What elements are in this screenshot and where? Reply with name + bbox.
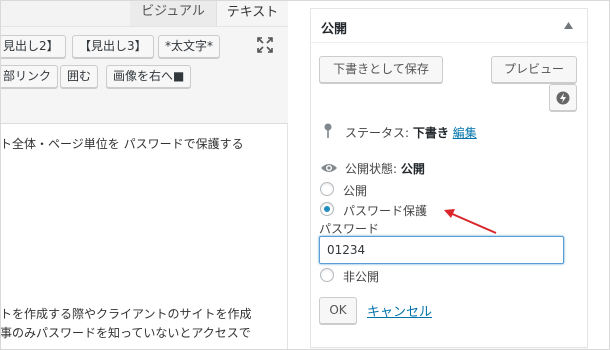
visibility-label: 公開状態: <box>345 162 398 176</box>
quicktag-heading2-button[interactable]: 見出し2】 <box>0 35 66 58</box>
tab-text[interactable]: テキスト <box>216 0 288 26</box>
lightning-button[interactable] <box>549 84 577 111</box>
password-input[interactable] <box>319 236 564 264</box>
quicktags-toolbar: 見出し2】 【見出し3】 *太文字* 部リンク 囲む 画像を右へ■ <box>0 26 288 124</box>
publish-title: 公開 <box>321 22 348 37</box>
publish-metabox: 公開 下書きとして保存 プレビュー ステータス: 下書き 編集 公開状態: 公開… <box>310 8 588 348</box>
preview-button[interactable]: プレビュー <box>491 56 577 83</box>
ok-button[interactable]: OK <box>319 297 357 324</box>
eye-icon <box>321 164 337 172</box>
visibility-password-label[interactable]: パスワード保護 <box>343 202 427 219</box>
password-label: パスワード <box>319 222 380 236</box>
quicktag-box-button[interactable]: 囲む <box>60 65 99 88</box>
quicktag-link-button[interactable]: 部リンク <box>0 65 59 88</box>
annotation-arrow-icon <box>444 209 497 234</box>
editor-text-line: ト全体・ページ単位を パスワードで保護する <box>0 137 244 151</box>
visibility-private-radio[interactable] <box>320 268 334 282</box>
cancel-link[interactable]: キャンセル <box>367 301 432 320</box>
editor-text-line: 事のみパスワードを知っていないとアクセスで <box>0 326 251 340</box>
quicktag-heading3-button[interactable]: 【見出し3】 <box>72 35 154 58</box>
visibility-value: 公開 <box>400 162 425 176</box>
editor-tabs: ビジュアル テキスト <box>0 0 288 26</box>
fullscreen-icon[interactable] <box>256 36 274 54</box>
pin-icon <box>324 123 332 138</box>
visibility-public-radio[interactable] <box>320 182 334 196</box>
status-row: ステータス: 下書き 編集 <box>345 124 477 141</box>
visibility-public-label[interactable]: 公開 <box>343 182 367 199</box>
text-editor: ビジュアル テキスト 見出し2】 【見出し3】 *太文字* 部リンク 囲む 画像… <box>0 0 288 350</box>
status-label: ステータス: <box>345 126 410 140</box>
editor-text-line: トを作成する際やクライアントのサイトを作成 <box>0 307 252 321</box>
visibility-row: 公開状態: 公開 <box>345 160 425 177</box>
quicktag-image-right-button[interactable]: 画像を右へ■ <box>106 65 192 88</box>
visibility-private-label[interactable]: 非公開 <box>343 268 379 285</box>
visibility-password-radio[interactable] <box>320 202 334 216</box>
tab-visual[interactable]: ビジュアル <box>130 0 216 26</box>
publish-header[interactable]: 公開 <box>311 9 587 43</box>
status-edit-link[interactable]: 編集 <box>453 126 477 140</box>
collapse-arrow-icon[interactable] <box>564 22 573 29</box>
status-value: 下書き <box>412 126 449 140</box>
lightning-icon <box>556 91 570 105</box>
save-draft-button[interactable]: 下書きとして保存 <box>319 56 443 83</box>
quicktag-bold-button[interactable]: *太文字* <box>158 35 221 58</box>
